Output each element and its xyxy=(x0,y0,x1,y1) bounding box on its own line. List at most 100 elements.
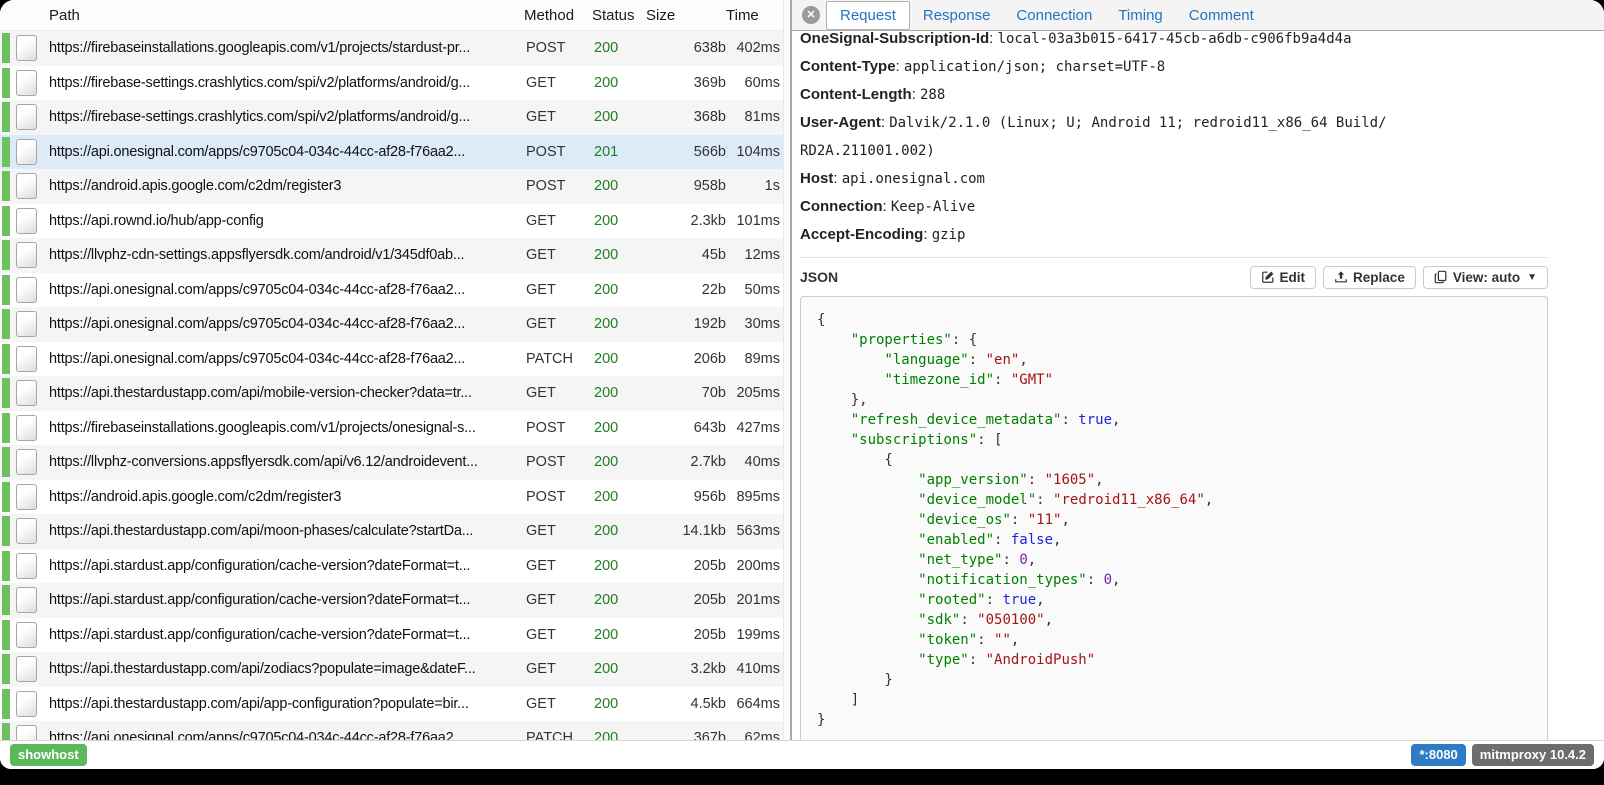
viewer-buttons: Edit Replace View: auto ▼ xyxy=(1250,266,1548,289)
flow-row[interactable]: https://firebase-settings.crashlytics.co… xyxy=(0,100,790,135)
header-name: Host xyxy=(800,170,833,187)
json-code: { "properties": { "language": "en", "tim… xyxy=(817,310,1531,730)
document-icon xyxy=(16,449,37,475)
flow-row[interactable]: https://android.apis.google.com/c2dm/reg… xyxy=(0,169,790,204)
header-colon: : xyxy=(833,170,841,187)
column-header-method[interactable]: Method xyxy=(524,7,580,24)
flow-row[interactable]: https://api.onesignal.com/apps/c9705c04-… xyxy=(0,273,790,308)
tls-indicator xyxy=(2,620,10,650)
flow-path: https://api.thestardustapp.com/api/moon-… xyxy=(49,523,526,539)
flow-status: 200 xyxy=(582,282,642,298)
flow-method: POST xyxy=(526,454,582,470)
flow-path: https://llvphz-conversions.appsflyersdk.… xyxy=(49,454,526,470)
flow-row[interactable]: https://api.rownd.io/hub/app-configGET20… xyxy=(0,204,790,239)
document-icon xyxy=(16,104,37,130)
flow-method: POST xyxy=(526,144,582,160)
tls-indicator xyxy=(2,68,10,98)
header-line: Host: api.onesignal.com xyxy=(800,165,1548,193)
close-flow-icon[interactable]: ✕ xyxy=(802,6,820,24)
flow-status: 200 xyxy=(582,627,642,643)
app-frame: PathMethodStatusSizeTime https://firebas… xyxy=(0,0,1604,785)
column-header-size[interactable]: Size xyxy=(640,7,724,24)
flow-path: https://api.rownd.io/hub/app-config xyxy=(49,213,526,229)
header-line: Content-Length: 288 xyxy=(800,81,1548,109)
flow-method: GET xyxy=(526,282,582,298)
flow-path: https://firebase-settings.crashlytics.co… xyxy=(49,75,526,91)
document-icon xyxy=(16,70,37,96)
flow-size: 956b xyxy=(642,489,726,505)
request-headers: OneSignal-Subscription-Id: local-03a3b01… xyxy=(800,31,1548,249)
tab-request[interactable]: Request xyxy=(826,1,910,30)
tls-indicator xyxy=(2,240,10,270)
json-line: "enabled": false, xyxy=(817,530,1531,550)
replace-button[interactable]: Replace xyxy=(1323,266,1416,289)
json-line: { xyxy=(817,310,1531,330)
flow-path: https://api.thestardustapp.com/api/zodia… xyxy=(49,661,526,677)
tab-comment[interactable]: Comment xyxy=(1176,2,1267,29)
flow-size: 70b xyxy=(642,385,726,401)
flow-table-body: https://firebaseinstallations.googleapis… xyxy=(0,31,790,740)
header-name: Content-Type xyxy=(800,58,896,75)
flow-row[interactable]: https://api.onesignal.com/apps/c9705c04-… xyxy=(0,342,790,377)
flow-time: 427ms xyxy=(726,420,790,436)
tls-indicator xyxy=(2,33,10,63)
view-mode-label: View: auto xyxy=(1453,270,1520,285)
flow-row[interactable]: https://api.thestardustapp.com/api/zodia… xyxy=(0,652,790,687)
listen-address-badge: *:8080 xyxy=(1411,744,1465,765)
tls-indicator xyxy=(2,275,10,305)
flow-size: 2.3kb xyxy=(642,213,726,229)
flow-path: https://api.onesignal.com/apps/c9705c04-… xyxy=(49,144,526,160)
json-code-box: { "properties": { "language": "en", "tim… xyxy=(800,296,1548,740)
flow-time: 50ms xyxy=(726,282,790,298)
replace-button-label: Replace xyxy=(1353,270,1405,285)
flow-list-scrollbar[interactable] xyxy=(783,0,790,740)
column-header-status[interactable]: Status xyxy=(580,7,640,24)
flow-row[interactable]: https://api.stardust.app/configuration/c… xyxy=(0,549,790,584)
flow-row[interactable]: https://api.onesignal.com/apps/c9705c04-… xyxy=(0,135,790,170)
flow-row[interactable]: https://api.stardust.app/configuration/c… xyxy=(0,618,790,653)
flow-row[interactable]: https://firebaseinstallations.googleapis… xyxy=(0,31,790,66)
flow-row[interactable]: https://api.onesignal.com/apps/c9705c04-… xyxy=(0,307,790,342)
flow-path: https://llvphz-cdn-settings.appsflyersdk… xyxy=(49,247,526,263)
document-icon xyxy=(16,622,37,648)
tab-response[interactable]: Response xyxy=(910,2,1004,29)
flow-size: 566b xyxy=(642,144,726,160)
flow-time: 402ms xyxy=(726,40,790,56)
column-header-time[interactable]: Time xyxy=(724,7,790,24)
header-name: User-Agent xyxy=(800,114,881,131)
json-line: "token": "", xyxy=(817,630,1531,650)
flow-size: 205b xyxy=(642,592,726,608)
document-icon xyxy=(16,311,37,337)
document-icon xyxy=(16,518,37,544)
json-line: "device_os": "11", xyxy=(817,510,1531,530)
header-colon: : xyxy=(989,31,997,47)
flow-row[interactable]: https://android.apis.google.com/c2dm/reg… xyxy=(0,480,790,515)
edit-icon xyxy=(1261,270,1275,284)
tab-connection[interactable]: Connection xyxy=(1003,2,1105,29)
flow-row[interactable]: https://firebase-settings.crashlytics.co… xyxy=(0,66,790,101)
flow-row[interactable]: https://api.thestardustapp.com/api/moon-… xyxy=(0,514,790,549)
chevron-down-icon: ▼ xyxy=(1527,272,1537,283)
flow-row[interactable]: https://api.thestardustapp.com/api/mobil… xyxy=(0,376,790,411)
tls-indicator xyxy=(2,516,10,546)
flow-time: 563ms xyxy=(726,523,790,539)
flow-row[interactable]: https://firebaseinstallations.googleapis… xyxy=(0,411,790,446)
flow-row[interactable]: https://llvphz-conversions.appsflyersdk.… xyxy=(0,445,790,480)
document-icon xyxy=(16,173,37,199)
flow-row[interactable]: https://api.onesignal.com/apps/c9705c04-… xyxy=(0,721,790,740)
main-area: PathMethodStatusSizeTime https://firebas… xyxy=(0,0,1604,740)
document-icon xyxy=(16,484,37,510)
header-value: api.onesignal.com xyxy=(842,171,985,187)
footer-bar: showhost *:8080 mitmproxy 10.4.2 xyxy=(0,740,1604,769)
view-mode-button[interactable]: View: auto ▼ xyxy=(1423,266,1548,289)
tab-timing[interactable]: Timing xyxy=(1105,2,1175,29)
column-header-path[interactable]: Path xyxy=(49,7,524,24)
json-line: "sdk": "050100", xyxy=(817,610,1531,630)
flow-row[interactable]: https://api.thestardustapp.com/api/app-c… xyxy=(0,687,790,722)
detail-tab-bar: ✕ RequestResponseConnectionTimingComment xyxy=(792,0,1604,31)
edit-button[interactable]: Edit xyxy=(1250,266,1317,289)
flow-row[interactable]: https://api.stardust.app/configuration/c… xyxy=(0,583,790,618)
flow-time: 205ms xyxy=(726,385,790,401)
flow-row[interactable]: https://llvphz-cdn-settings.appsflyersdk… xyxy=(0,238,790,273)
tls-indicator xyxy=(2,585,10,615)
